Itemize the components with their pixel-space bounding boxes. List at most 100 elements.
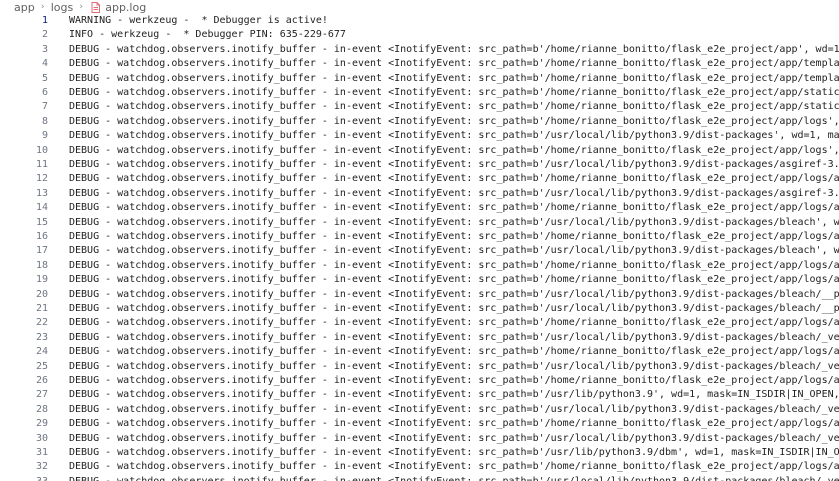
editor-line[interactable]: 13 DEBUG - watchdog.observers.inotify_buf… bbox=[0, 187, 839, 201]
editor-line[interactable]: 20 DEBUG - watchdog.observers.inotify_buf… bbox=[0, 288, 839, 302]
line-number: 9 bbox=[41, 130, 48, 142]
editor-line[interactable]: 2 INFO - werkzeug - * Debugger PIN: 635-2… bbox=[0, 28, 839, 42]
editor-line[interactable]: 6 DEBUG - watchdog.observers.inotify_buff… bbox=[0, 86, 839, 100]
line-text: DEBUG - watchdog.observers.inotify_buffe… bbox=[69, 447, 839, 458]
line-number: 12 bbox=[35, 173, 48, 185]
line-number: 31 bbox=[35, 447, 48, 458]
editor-line[interactable]: 23 DEBUG - watchdog.observers.inotify_buf… bbox=[0, 331, 839, 345]
line-number: 24 bbox=[35, 346, 48, 358]
line-text: DEBUG - watchdog.observers.inotify_buffe… bbox=[69, 58, 839, 70]
line-text: DEBUG - watchdog.observers.inotify_buffe… bbox=[69, 303, 839, 314]
editor-line[interactable]: 12 DEBUG - watchdog.observers.inotify_buf… bbox=[0, 172, 839, 186]
editor-line[interactable]: 24 DEBUG - watchdog.observers.inotify_buf… bbox=[0, 345, 839, 359]
editor-line[interactable]: 26 DEBUG - watchdog.observers.inotify_buf… bbox=[0, 374, 839, 388]
line-number: 22 bbox=[35, 317, 48, 329]
editor-line[interactable]: 21 DEBUG - watchdog.observers.inotify_buf… bbox=[0, 302, 839, 316]
line-text: DEBUG - watchdog.observers.inotify_buffe… bbox=[69, 389, 839, 401]
line-text: DEBUG - watchdog.observers.inotify_buffe… bbox=[69, 72, 839, 84]
line-number: 6 bbox=[41, 87, 48, 98]
editor-line[interactable]: 7 DEBUG - watchdog.observers.inotify_buff… bbox=[0, 100, 839, 114]
line-number: 23 bbox=[35, 331, 48, 343]
editor-line[interactable]: 27 DEBUG - watchdog.observers.inotify_buf… bbox=[0, 388, 839, 402]
line-text: DEBUG - watchdog.observers.inotify_buffe… bbox=[69, 87, 839, 98]
editor-line[interactable]: 18 DEBUG - watchdog.observers.inotify_buf… bbox=[0, 259, 839, 273]
line-text: DEBUG - watchdog.observers.inotify_buffe… bbox=[69, 173, 839, 185]
editor-line[interactable]: 8 DEBUG - watchdog.observers.inotify_buff… bbox=[0, 115, 839, 129]
line-text: DEBUG - watchdog.observers.inotify_buffe… bbox=[69, 317, 839, 329]
line-number: 2 bbox=[41, 29, 48, 41]
line-text: DEBUG - watchdog.observers.inotify_buffe… bbox=[69, 216, 839, 228]
line-number: 27 bbox=[35, 389, 48, 401]
line-text: DEBUG - watchdog.observers.inotify_buffe… bbox=[69, 475, 839, 481]
line-number: 7 bbox=[41, 101, 48, 113]
line-text: DEBUG - watchdog.observers.inotify_buffe… bbox=[69, 288, 839, 300]
line-number: 16 bbox=[35, 231, 48, 242]
breadcrumb-item-logs[interactable]: logs bbox=[51, 1, 74, 14]
line-text: DEBUG - watchdog.observers.inotify_buffe… bbox=[69, 115, 839, 127]
line-text: DEBUG - watchdog.observers.inotify_buffe… bbox=[69, 331, 839, 343]
editor-line[interactable]: 28 DEBUG - watchdog.observers.inotify_buf… bbox=[0, 403, 839, 417]
editor-line[interactable]: 1 WARNING - werkzeug - * Debugger is acti… bbox=[0, 14, 839, 28]
line-text: DEBUG - watchdog.observers.inotify_buffe… bbox=[69, 130, 839, 142]
line-text: DEBUG - watchdog.observers.inotify_buffe… bbox=[69, 231, 839, 242]
editor-line[interactable]: 11 DEBUG - watchdog.observers.inotify_buf… bbox=[0, 158, 839, 172]
editor-line[interactable]: 30 DEBUG - watchdog.observers.inotify_buf… bbox=[0, 432, 839, 446]
line-number: 21 bbox=[35, 303, 48, 314]
editor-content[interactable]: 1 WARNING - werkzeug - * Debugger is acti… bbox=[0, 14, 839, 481]
log-file-icon bbox=[91, 1, 101, 13]
editor-line[interactable]: 19 DEBUG - watchdog.observers.inotify_buf… bbox=[0, 273, 839, 287]
editor-line[interactable]: 16 DEBUG - watchdog.observers.inotify_buf… bbox=[0, 230, 839, 244]
line-number: 19 bbox=[35, 274, 48, 286]
chevron-right-icon: › bbox=[40, 2, 45, 12]
line-text: DEBUG - watchdog.observers.inotify_buffe… bbox=[69, 202, 839, 214]
editor-line[interactable]: 4 DEBUG - watchdog.observers.inotify_buff… bbox=[0, 57, 839, 71]
line-number: 14 bbox=[35, 202, 48, 214]
line-number: 17 bbox=[35, 245, 48, 257]
editor-line[interactable]: 10 DEBUG - watchdog.observers.inotify_buf… bbox=[0, 144, 839, 158]
line-number: 13 bbox=[35, 187, 48, 199]
line-text: DEBUG - watchdog.observers.inotify_buffe… bbox=[69, 418, 839, 430]
breadcrumb-item-app-log[interactable]: app.log bbox=[105, 1, 146, 14]
line-text: DEBUG - watchdog.observers.inotify_buffe… bbox=[69, 360, 839, 372]
line-text: INFO - werkzeug - * Debugger PIN: 635-22… bbox=[69, 29, 346, 41]
line-number: 33 bbox=[0, 475, 48, 481]
editor-line[interactable]: 5 DEBUG - watchdog.observers.inotify_buff… bbox=[0, 72, 839, 86]
editor-line[interactable]: 3 DEBUG - watchdog.observers.inotify_buff… bbox=[0, 43, 839, 57]
line-text: DEBUG - watchdog.observers.inotify_buffe… bbox=[69, 101, 839, 113]
editor-line[interactable]: 25 DEBUG - watchdog.observers.inotify_buf… bbox=[0, 360, 839, 374]
editor-line[interactable]: 29 DEBUG - watchdog.observers.inotify_buf… bbox=[0, 417, 839, 431]
editor-line[interactable]: 17 DEBUG - watchdog.observers.inotify_buf… bbox=[0, 244, 839, 258]
line-text: DEBUG - watchdog.observers.inotify_buffe… bbox=[69, 375, 839, 386]
line-number: 30 bbox=[35, 432, 48, 444]
line-number: 28 bbox=[35, 403, 48, 415]
line-text: DEBUG - watchdog.observers.inotify_buffe… bbox=[69, 187, 839, 199]
line-text: DEBUG - watchdog.observers.inotify_buffe… bbox=[69, 432, 839, 444]
line-number: 4 bbox=[41, 58, 48, 70]
editor-line[interactable]: 15 DEBUG - watchdog.observers.inotify_buf… bbox=[0, 216, 839, 230]
line-text: DEBUG - watchdog.observers.inotify_buffe… bbox=[69, 346, 839, 358]
editor-line[interactable]: 32 DEBUG - watchdog.observers.inotify_buf… bbox=[0, 460, 839, 474]
chevron-right-icon: › bbox=[79, 2, 84, 12]
line-number: 3 bbox=[41, 43, 48, 55]
line-number: 8 bbox=[41, 115, 48, 127]
editor-line[interactable]: 14 DEBUG - watchdog.observers.inotify_buf… bbox=[0, 201, 839, 215]
editor-line[interactable]: 9 DEBUG - watchdog.observers.inotify_buff… bbox=[0, 129, 839, 143]
editor-line[interactable]: 33 DEBUG - watchdog.observers.inotify_buf… bbox=[0, 475, 839, 481]
line-text: WARNING - werkzeug - * Debugger is activ… bbox=[69, 15, 328, 26]
line-number: 1 bbox=[41, 15, 48, 26]
line-number: 26 bbox=[35, 375, 48, 386]
line-text: DEBUG - watchdog.observers.inotify_buffe… bbox=[69, 403, 839, 415]
line-number: 32 bbox=[35, 461, 48, 473]
breadcrumb-item-app[interactable]: app bbox=[14, 1, 35, 14]
line-number: 18 bbox=[35, 259, 48, 271]
line-number: 29 bbox=[35, 418, 48, 430]
line-number: 20 bbox=[35, 288, 48, 300]
editor-line[interactable]: 31 DEBUG - watchdog.observers.inotify_buf… bbox=[0, 446, 839, 460]
line-text: DEBUG - watchdog.observers.inotify_buffe… bbox=[69, 274, 839, 286]
line-text: DEBUG - watchdog.observers.inotify_buffe… bbox=[69, 461, 839, 473]
line-text: DEBUG - watchdog.observers.inotify_buffe… bbox=[69, 245, 839, 257]
line-text: DEBUG - watchdog.observers.inotify_buffe… bbox=[69, 144, 839, 156]
editor-line[interactable]: 22 DEBUG - watchdog.observers.inotify_buf… bbox=[0, 316, 839, 330]
line-number: 10 bbox=[35, 144, 48, 156]
line-number: 25 bbox=[35, 360, 48, 372]
